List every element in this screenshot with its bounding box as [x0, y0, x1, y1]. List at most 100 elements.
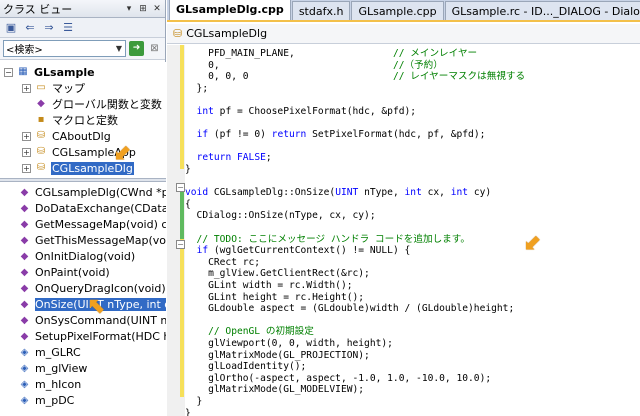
- code-line: return FALSE;: [196, 152, 272, 164]
- class-icon: ⛁: [36, 162, 46, 173]
- method-icon: ◆: [20, 186, 29, 198]
- member-item[interactable]: ◈ m_glView: [0, 360, 88, 376]
- code-line: // OpenGL の初期設定: [185, 326, 314, 338]
- member-item-label: m_glView: [35, 361, 88, 375]
- class-icon: ⛁: [36, 146, 46, 157]
- field-icon: ◈: [20, 394, 29, 406]
- clear-search-icon[interactable]: ⊠: [147, 41, 162, 56]
- code-line: m_glView.GetClientRect(&rc);: [185, 268, 370, 280]
- member-item[interactable]: ◈ m_hIcon: [0, 376, 82, 392]
- code-line: glOrtho(-aspect, aspect, -1.0, 1.0, -10.…: [185, 372, 492, 384]
- code-line: }: [185, 164, 191, 175]
- code-line: CDialog::OnSize(nType, cx, cy);: [185, 210, 376, 222]
- member-item[interactable]: ◆ GetThisMessageMap(void): [0, 232, 166, 248]
- code-editor[interactable]: PFD_MAIN_PLANE, // メインレイヤー 0, //（予約） 0, …: [185, 45, 640, 416]
- class-icon: ◆: [37, 98, 45, 109]
- tree-item[interactable]: ▪ マクロと定数: [22, 112, 119, 128]
- code-line: 0, 0, 0 // レイヤーマスクは無視する: [185, 71, 526, 83]
- fold-toggle-icon[interactable]: −: [176, 240, 185, 249]
- member-item[interactable]: ◆ OnPaint(void): [0, 264, 110, 280]
- expand-icon[interactable]: +: [22, 131, 31, 141]
- back-icon[interactable]: ⇐: [22, 20, 38, 35]
- member-item-label: OnInitDialog(void): [35, 249, 136, 263]
- method-icon: ◆: [20, 218, 29, 230]
- class-icon: ⛁: [173, 27, 183, 40]
- member-item[interactable]: ◆ CGLsampleDlg(CWnd *pPar: [0, 184, 166, 200]
- dropdown-icon[interactable]: ▾: [123, 3, 135, 15]
- member-item[interactable]: ◆ SetupPixelFormat(HDC hdc): [0, 328, 166, 344]
- chevron-down-icon[interactable]: ▼: [113, 44, 125, 53]
- method-icon: ◆: [20, 314, 29, 326]
- member-item-label: m_hIcon: [35, 377, 82, 391]
- tree-item-label: CAboutDlg: [52, 129, 111, 143]
- code-line: 0, //（予約）: [185, 59, 443, 71]
- annotation-arrow-icon: ⬉: [88, 294, 107, 319]
- code-line: }: [185, 407, 191, 416]
- expand-icon[interactable]: +: [22, 163, 31, 173]
- tree-item-label: マップ: [52, 82, 85, 95]
- search-input[interactable]: <検索>: [6, 41, 113, 56]
- field-icon: ◈: [20, 346, 29, 358]
- method-icon: ◆: [20, 266, 29, 278]
- expand-icon[interactable]: +: [22, 147, 31, 157]
- change-bar: [180, 45, 184, 169]
- class-view-title-bar: クラス ビュー ▾ ⊞ ✕: [0, 0, 165, 18]
- tree-item-label: マクロと定数: [52, 114, 118, 127]
- member-item[interactable]: ◆ DoDataExchange(CDataExcha: [0, 200, 166, 216]
- code-line: };: [185, 82, 209, 94]
- method-icon: ◆: [20, 202, 29, 214]
- method-icon: ◆: [20, 234, 29, 246]
- pin-icon[interactable]: ⊞: [137, 3, 149, 15]
- member-item[interactable]: ◆ OnInitDialog(void): [0, 248, 135, 264]
- tab-glsample-cpp[interactable]: GLsample.cpp: [351, 1, 444, 20]
- new-folder-icon[interactable]: ▣: [3, 20, 19, 35]
- forward-icon[interactable]: ⇒: [41, 20, 57, 35]
- class-icon: ⛁: [36, 130, 46, 141]
- member-item[interactable]: ◈ m_GLRC: [0, 344, 81, 360]
- member-item[interactable]: ◆OnSysCommand(UINT nID,: [0, 312, 166, 328]
- tree-item[interactable]: − ▦ GLsample: [4, 64, 96, 80]
- tab-stdafx-h[interactable]: stdafx.h: [291, 1, 351, 20]
- member-item[interactable]: ◆ OnQueryDragIcon(void): [0, 280, 166, 296]
- member-list: ◆ CGLsampleDlg(CWnd *pPar ◆ DoDataExchange(…: [0, 182, 166, 416]
- collapse-icon[interactable]: −: [4, 67, 13, 77]
- member-item[interactable]: ◆ OnSize(UINT nType, int cx,: [0, 296, 166, 312]
- change-bar: [180, 239, 184, 397]
- code-line: GLdouble aspect = (GLdouble)width / (GLd…: [185, 303, 515, 315]
- tab-glsampledlg-cpp[interactable]: GLsampleDlg.cpp: [169, 0, 291, 20]
- method-icon: ◆: [20, 250, 29, 262]
- member-item-label: OnQueryDragIcon(void): [35, 281, 166, 295]
- tree-item[interactable]: + ▭ マップ: [22, 80, 86, 96]
- tree-item[interactable]: ◆ グローバル関数と変数: [22, 96, 163, 112]
- close-icon[interactable]: ✕: [151, 3, 163, 15]
- nav-class-name: CGLsampleDlg: [186, 27, 268, 40]
- member-item-label: OnPaint(void): [35, 265, 110, 279]
- field-icon: ◈: [20, 378, 29, 390]
- member-item-label: SetupPixelFormat(HDC hdc): [35, 329, 166, 343]
- member-item-label: GetMessageMap(void) const: [35, 217, 166, 231]
- editor-tab-bar: GLsampleDlg.cpp stdafx.h GLsample.cpp GL…: [167, 0, 640, 22]
- code-line: glViewport(0, 0, width, height);: [185, 338, 393, 349]
- search-combo[interactable]: <検索> ▼: [3, 40, 126, 57]
- class-navigation-bar[interactable]: ⛁ CGLsampleDlg: [167, 24, 640, 44]
- code-line: CRect rc;: [185, 256, 261, 268]
- code-line: GLint height = rc.Height();: [185, 291, 365, 303]
- expand-icon[interactable]: +: [22, 83, 31, 93]
- view-options-icon[interactable]: ☰: [60, 20, 76, 35]
- code-line: int pf = ChoosePixelFormat(hdc, &pfd);: [196, 106, 417, 117]
- tab-glsample-rc[interactable]: GLsample.rc - ID..._DIALOG - Dialog: [444, 1, 640, 20]
- method-icon: ◆: [20, 282, 29, 294]
- member-item-label: GetThisMessageMap(void): [35, 233, 166, 247]
- member-item[interactable]: ◈ m_pDC: [0, 392, 75, 408]
- class-icon: ▭: [36, 82, 46, 93]
- fold-toggle-icon[interactable]: −: [176, 183, 185, 192]
- field-icon: ◈: [20, 362, 29, 374]
- annotation-arrow-icon: ⬋: [114, 140, 133, 165]
- class-view-panel: クラス ビュー ▾ ⊞ ✕ ▣ ⇐ ⇒ ☰ <検索> ▼ ➜ ⊠ − ▦ GLsam…: [0, 0, 166, 416]
- tree-item-label: グローバル関数と変数: [52, 98, 162, 111]
- go-search-icon[interactable]: ➜: [129, 41, 144, 56]
- member-item[interactable]: ◆ GetMessageMap(void) const: [0, 216, 166, 232]
- member-item-label: m_pDC: [35, 393, 75, 407]
- tree-item[interactable]: + ⛁ CAboutDlg: [22, 128, 112, 144]
- class-tree: − ▦ GLsample + ▭ マップ ◆ グローバル関数と変数 ▪ マクロと定数 + ⛁ CAbou…: [0, 62, 166, 178]
